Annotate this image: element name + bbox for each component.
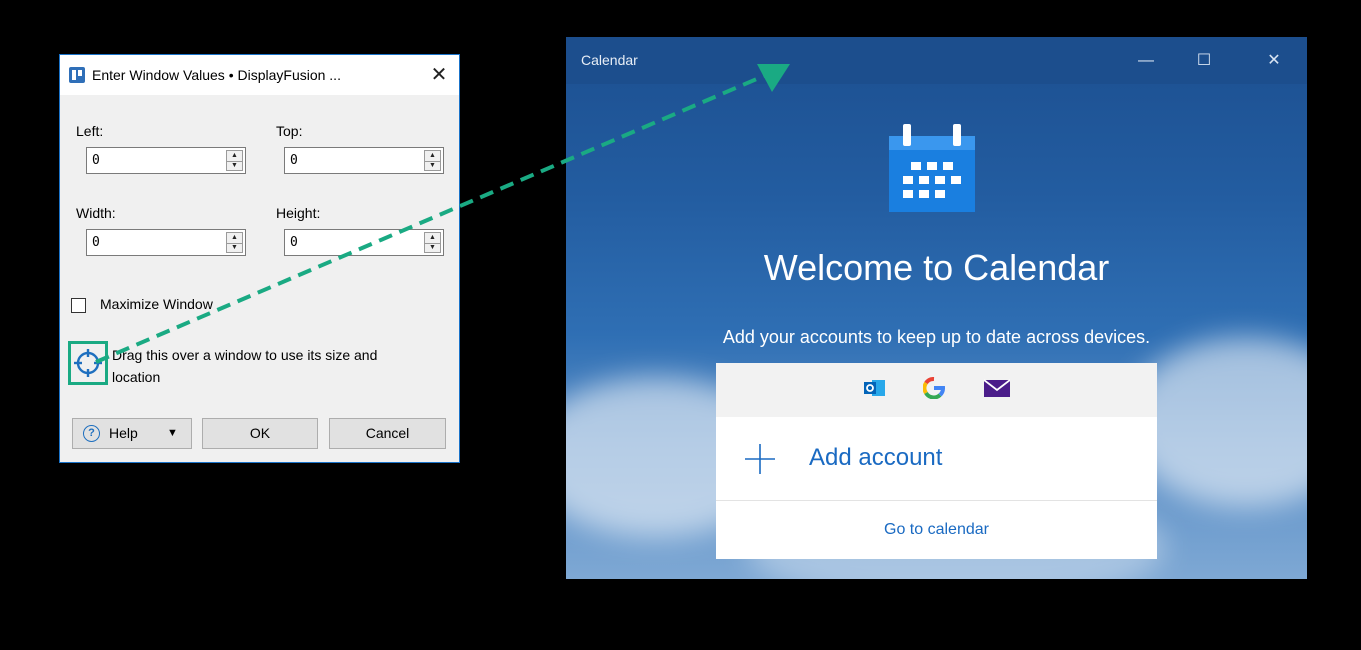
- height-decrement-button[interactable]: ▼: [425, 243, 440, 253]
- width-stepper: ▲ ▼: [86, 229, 246, 256]
- calendar-window: Calendar — ☐ ✕ Welcome to Calendar Add y…: [566, 37, 1307, 579]
- drag-instructions-line2: location: [112, 369, 161, 385]
- calendar-titlebar[interactable]: Calendar — ☐ ✕: [566, 37, 1307, 84]
- top-input[interactable]: [288, 151, 420, 170]
- cancel-button[interactable]: Cancel: [329, 418, 446, 449]
- dialog-titlebar[interactable]: Enter Window Values • DisplayFusion ... …: [60, 55, 459, 95]
- add-account-label: Add account: [809, 444, 943, 471]
- help-button[interactable]: ? Help ▼: [72, 418, 192, 449]
- welcome-heading: Welcome to Calendar: [763, 247, 1110, 288]
- width-input[interactable]: [90, 233, 222, 252]
- top-label: Top:: [276, 123, 303, 139]
- height-label: Height:: [276, 205, 321, 221]
- add-account-button[interactable]: Add account: [716, 417, 1157, 501]
- width-label: Width:: [76, 205, 116, 221]
- close-button[interactable]: ✕: [1251, 37, 1297, 84]
- outlook-icon: [864, 380, 885, 396]
- help-icon: ?: [83, 425, 100, 442]
- dialog-close-button[interactable]: ✕: [419, 55, 459, 95]
- ok-button[interactable]: OK: [202, 418, 318, 449]
- maximize-window-label: Maximize Window: [100, 296, 213, 312]
- width-spin-buttons: ▲ ▼: [226, 232, 243, 253]
- top-stepper: ▲ ▼: [284, 147, 444, 174]
- left-spin-buttons: ▲ ▼: [226, 150, 243, 171]
- displayfusion-icon: [69, 67, 85, 83]
- maximize-window-checkbox[interactable]: [71, 298, 86, 313]
- top-spin-buttons: ▲ ▼: [424, 150, 441, 171]
- width-decrement-button[interactable]: ▼: [227, 243, 242, 253]
- help-dropdown-icon: ▼: [167, 427, 178, 439]
- crosshair-icon: [74, 349, 102, 377]
- go-to-calendar-link[interactable]: Go to calendar: [716, 501, 1157, 559]
- top-decrement-button[interactable]: ▼: [425, 161, 440, 171]
- left-input[interactable]: [90, 151, 222, 170]
- maximize-button[interactable]: ☐: [1181, 37, 1227, 84]
- google-icon: [923, 377, 945, 399]
- displayfusion-dialog: Enter Window Values • DisplayFusion ... …: [59, 54, 460, 463]
- mail-icon: [984, 379, 1010, 397]
- drag-instructions-line1: Drag this over a window to use its size …: [112, 347, 378, 363]
- left-stepper: ▲ ▼: [86, 147, 246, 174]
- help-label: Help: [109, 425, 138, 441]
- calendar-window-title: Calendar: [581, 52, 638, 68]
- left-label: Left:: [76, 123, 104, 139]
- plus-icon: [745, 444, 775, 474]
- dialog-title: Enter Window Values • DisplayFusion ...: [92, 67, 341, 83]
- height-spin-buttons: ▲ ▼: [424, 232, 441, 253]
- welcome-subtitle: Add your accounts to keep up to date acr…: [722, 327, 1151, 347]
- drag-target-handle[interactable]: [68, 341, 108, 385]
- left-decrement-button[interactable]: ▼: [227, 161, 242, 171]
- accounts-card: Add account Go to calendar: [716, 363, 1157, 559]
- provider-icons-row: [716, 363, 1157, 417]
- minimize-button[interactable]: —: [1123, 37, 1169, 84]
- height-stepper: ▲ ▼: [284, 229, 444, 256]
- height-input[interactable]: [288, 233, 420, 252]
- calendar-app-icon: [889, 124, 975, 212]
